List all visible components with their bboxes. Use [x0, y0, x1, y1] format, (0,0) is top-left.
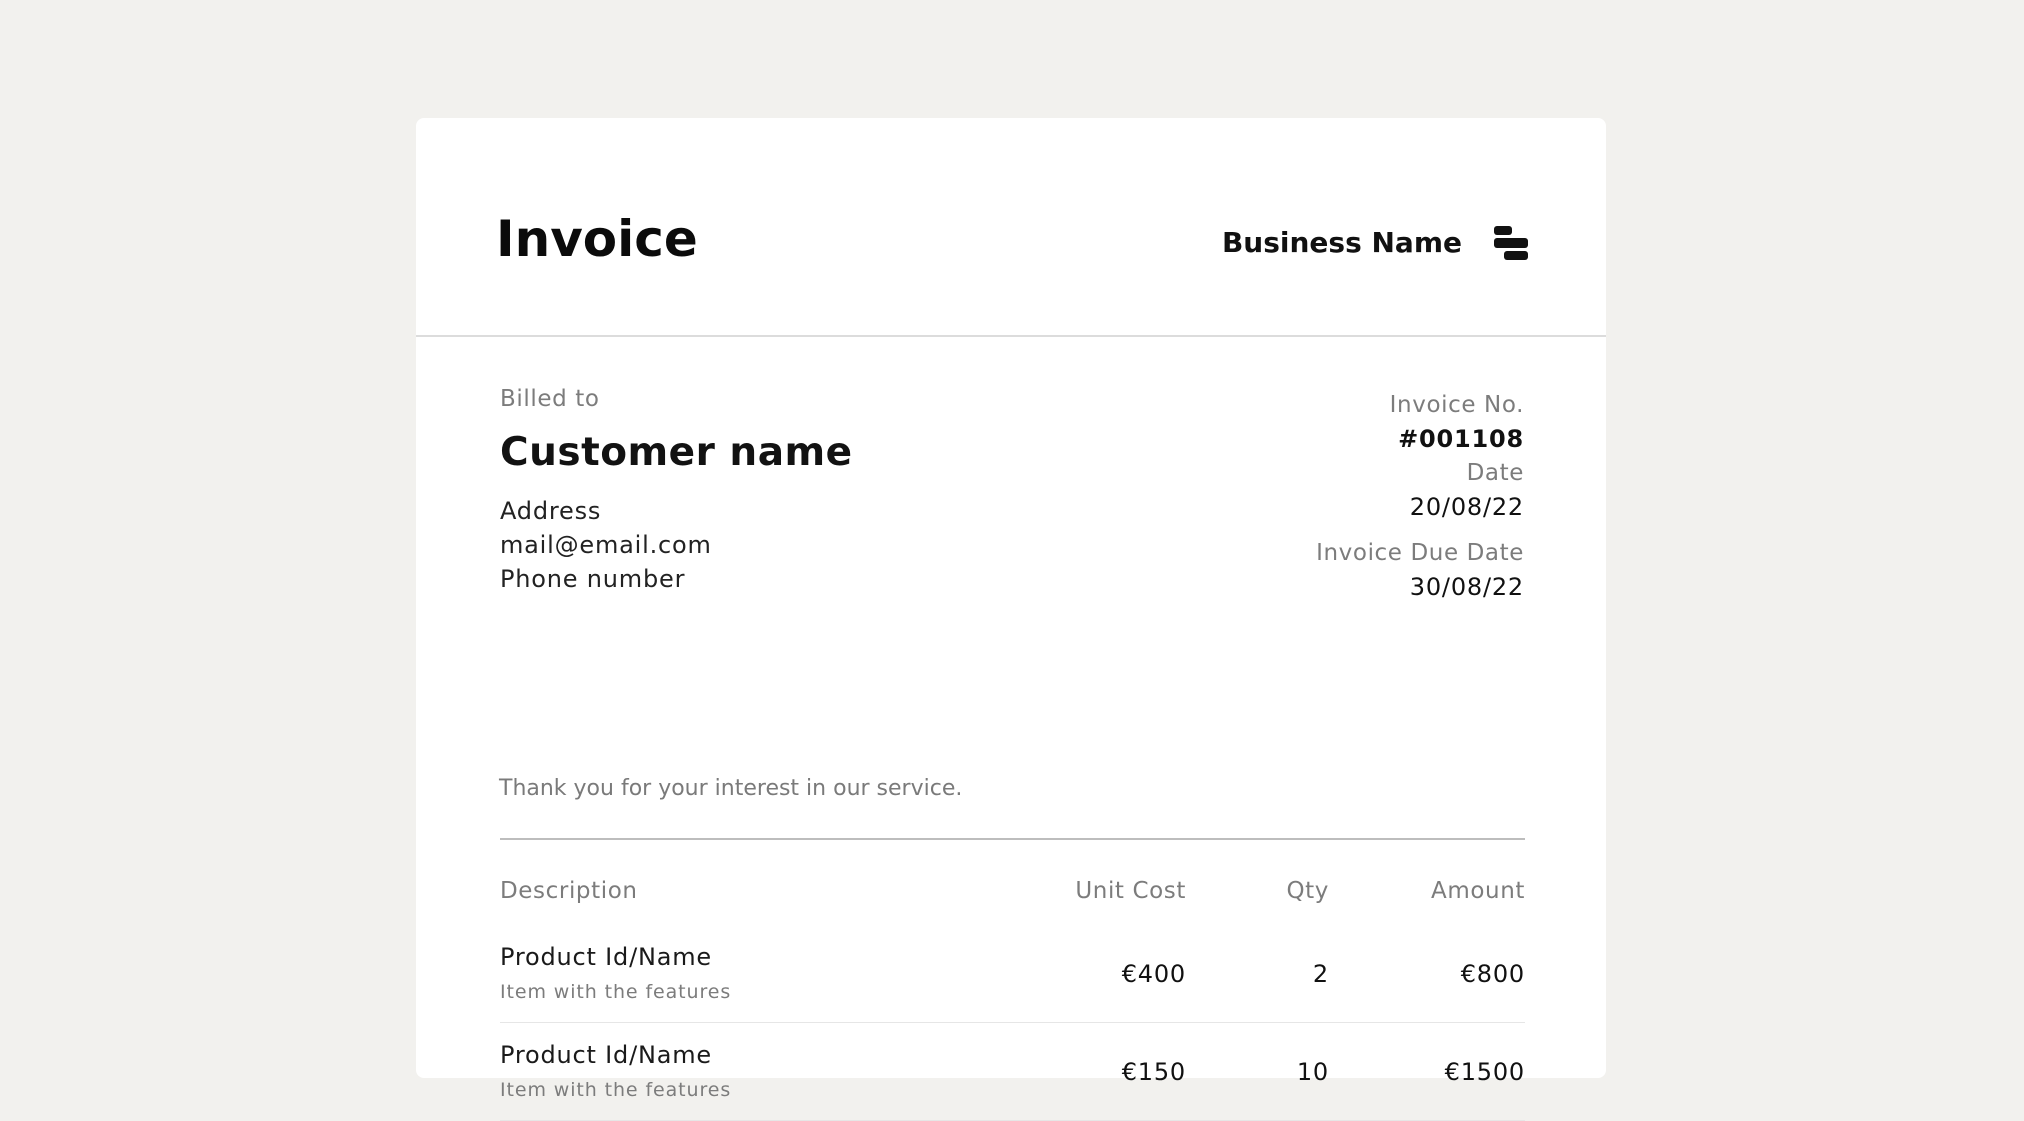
invoice-meta: Invoice No. #001108 Date 20/08/22 Invoic…	[1316, 388, 1524, 604]
col-description: Description	[500, 878, 638, 904]
product-features: Item with the features	[500, 1078, 732, 1101]
table-row: Product Id/Name Item with the features €…	[500, 1023, 1525, 1121]
unit-cost: €400	[1121, 959, 1186, 988]
due-date-label: Invoice Due Date	[1316, 540, 1524, 566]
product-features: Item with the features	[500, 980, 732, 1003]
unit-cost: €150	[1121, 1057, 1186, 1086]
customer-address: Address	[500, 497, 602, 525]
amount: €1500	[1444, 1057, 1525, 1086]
invoice-card: Invoice Business Name Billed to Customer…	[416, 118, 1606, 1121]
col-qty: Qty	[1286, 878, 1329, 904]
customer-phone: Phone number	[500, 565, 686, 593]
product-name: Product Id/Name	[500, 1040, 712, 1069]
stacked-bars-logo-icon	[1494, 226, 1528, 260]
invoice-no-label: Invoice No.	[1389, 392, 1524, 418]
thank-you-message: Thank you for your interest in our servi…	[499, 776, 963, 801]
page-title: Invoice	[496, 210, 698, 268]
item-description: Product Id/Name Item with the features	[500, 941, 986, 1007]
business-brand: Business Name	[1222, 226, 1528, 260]
invoice-no: #001108	[1398, 425, 1524, 453]
customer-contact: Address mail@email.com Phone number	[500, 494, 853, 596]
item-description: Product Id/Name Item with the features	[500, 1039, 986, 1105]
quantity: 10	[1296, 1057, 1329, 1086]
table-header: Description Unit Cost Qty Amount	[500, 874, 1525, 908]
billed-to-section: Billed to Customer name Address mail@ema…	[500, 388, 853, 596]
business-name: Business Name	[1221, 226, 1462, 259]
col-unit-cost: Unit Cost	[1075, 878, 1186, 904]
divider	[500, 838, 1525, 840]
quantity: 2	[1312, 959, 1329, 988]
product-name: Product Id/Name	[500, 942, 712, 971]
date-label: Date	[1466, 460, 1524, 486]
line-items-table: Description Unit Cost Qty Amount Product…	[500, 874, 1525, 1121]
customer-email: mail@email.com	[500, 531, 712, 559]
due-date: 30/08/22	[1409, 573, 1524, 601]
invoice-header: Invoice Business Name	[416, 118, 1606, 337]
invoice-date: 20/08/22	[1409, 493, 1524, 521]
customer-name: Customer name	[500, 430, 853, 475]
table-row: Product Id/Name Item with the features €…	[500, 925, 1525, 1023]
billed-to-label: Billed to	[500, 386, 600, 412]
amount: €800	[1460, 959, 1525, 988]
col-amount: Amount	[1431, 878, 1525, 904]
